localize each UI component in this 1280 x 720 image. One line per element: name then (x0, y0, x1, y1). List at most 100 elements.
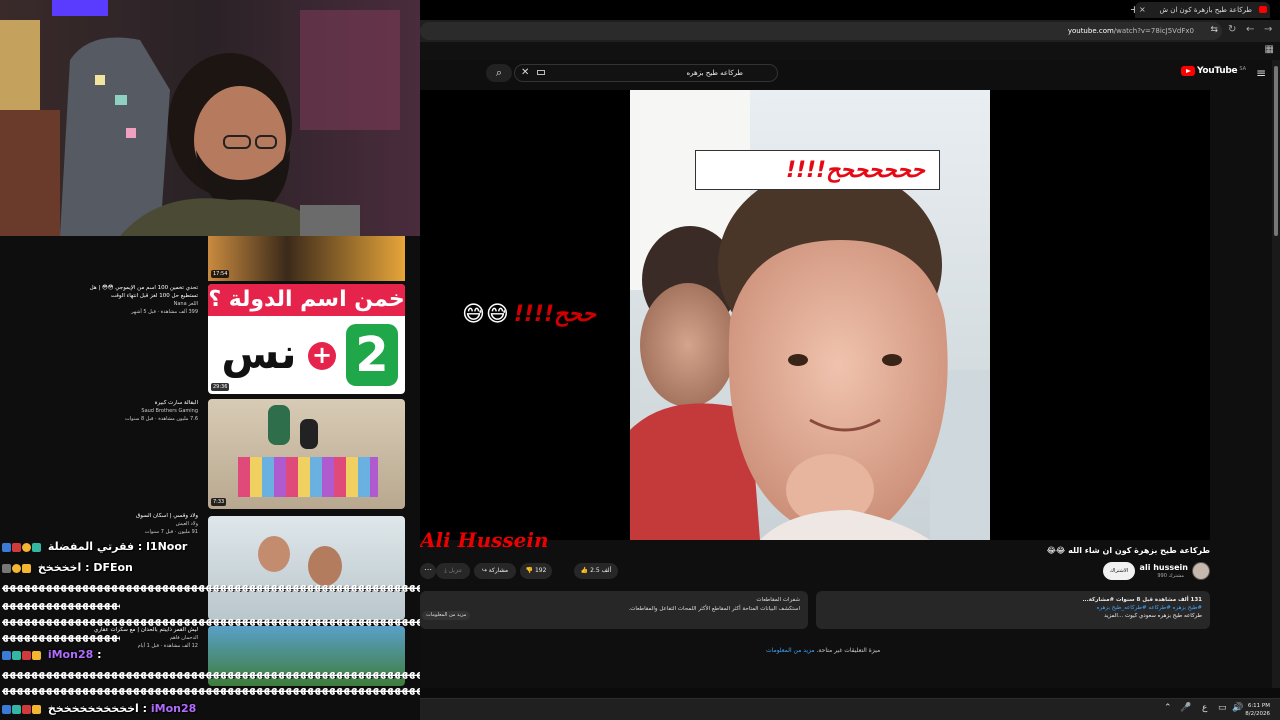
extensions-icon[interactable]: ▦ (1265, 44, 1274, 55)
back-icon[interactable]: ← (1246, 24, 1254, 35)
url-text: youtube.com/watch?v=78icJ5VdFx0 (1067, 27, 1194, 35)
search-query: طركاعه طيح بزهره (686, 69, 743, 77)
video-watermark: Ali Hussein (420, 528, 549, 552)
badge-icon (32, 542, 41, 552)
description-text: طركاعه طيح بزهره سعودي كيوت ...المزيد (1104, 613, 1202, 619)
badge-icon (12, 650, 21, 660)
chat-text: فقرتي المفضلة (47, 540, 135, 553)
rec-thumb-2[interactable]: خمن اسم الدولة ؟ 2 + نس 29:36 (208, 284, 405, 394)
clear-search-icon[interactable]: ✕ (521, 67, 529, 78)
rec-thumb-4[interactable] (208, 516, 405, 620)
share-button[interactable]: ↪ مشاركة (474, 563, 516, 579)
chat-message: iMon28 : (2, 648, 102, 661)
comments-disabled-note: ميزة التعليقات غير متاحة. مزيد من المعلو… (766, 647, 881, 654)
description-tags[interactable]: #طيح بزهره #طركاعه #طركاعه_طيح بزهره (824, 604, 1202, 612)
badge-icon (2, 563, 11, 573)
display-icon[interactable]: ▭ (1218, 703, 1227, 713)
chat-text: اخخخخخخخخخخخ (47, 702, 139, 715)
keyboard-icon[interactable] (537, 70, 545, 75)
comments-learn-more-link[interactable]: مزيد من المعلومات (766, 647, 815, 654)
rec-thumb-1[interactable]: 17:54 (208, 236, 405, 281)
chat-message: اخخخخخخخخخخخ : iMon28 (2, 702, 196, 715)
page-scrollbar[interactable] (1272, 60, 1280, 688)
thumb-guess-text: خمن اسم الدولة ؟ (208, 284, 405, 316)
rec-meta-4[interactable]: ولاد وقسي | اسكان السوق ولاد العيش 91 مل… (88, 512, 198, 536)
video-side-caption: ححح!!!! 😅😅 (461, 301, 596, 327)
thumb-person (300, 419, 318, 449)
badge-icon (12, 563, 21, 573)
chat-username: iMon28 (150, 702, 197, 715)
taskbar: ⌃ 🎤 ع ▭ 🔊 6:11 PM 8/2/2026 (420, 698, 1280, 720)
badge-icon (32, 704, 41, 714)
tab-title: طركاعة طيح بازهرة كون ان ش (1159, 6, 1252, 14)
system-clock[interactable]: 6:11 PM 8/2/2026 (1245, 702, 1270, 718)
thumb-person (268, 405, 290, 445)
channel-name[interactable]: ali hussein (1140, 563, 1188, 572)
info-panel-body: استكشف البيانات المتاحة أكثر المقاطع الأ… (628, 606, 800, 612)
badge-icon (22, 563, 31, 573)
video-description[interactable]: 131 ألف مشاهدة قبل 8 سنوات #مشاركة... #ط… (816, 591, 1210, 629)
like-button[interactable]: 👍 2.5 ألف (574, 563, 618, 579)
channel-avatar[interactable] (1192, 562, 1210, 580)
thumb-person (258, 536, 290, 572)
description-stats: 131 ألف مشاهدة قبل 8 سنوات #مشاركة... (1082, 597, 1202, 603)
video-title: طركاعة طيح بزهرة كون ان شاء الله 😂😂 (1046, 546, 1210, 555)
toolbar-strip: ▦ (420, 42, 1280, 60)
url-field[interactable]: youtube.com/watch?v=78icJ5VdFx0 ⇆ (420, 22, 1222, 40)
rec-meta-3[interactable]: البقالة سارت كبيرة Saud Brothers Gaming … (88, 399, 198, 423)
badge-icon (12, 542, 21, 552)
site-settings-icon[interactable]: ⇆ (1210, 25, 1218, 35)
rec-meta-2[interactable]: تحدي تخمين 100 اسم من الإيموجي 😳😳 | هل ت… (88, 284, 198, 316)
youtube-logo[interactable]: YouTube SA (1181, 66, 1246, 76)
badge-icon (2, 650, 11, 660)
youtube-masthead: ≡ YouTube SA ⌕ ✕ طركاعه طيح بزهره (420, 60, 1280, 86)
search-input[interactable]: ✕ طركاعه طيح بزهره (514, 64, 778, 82)
video-player[interactable]: ححححححح!!!! 😅😅😅 ححح!!!! 😅😅 Ali Hussein (420, 90, 1210, 552)
chat-badges (2, 542, 41, 552)
rec-duration: 17:54 (211, 270, 230, 278)
dislike-button[interactable]: 👎 192 (520, 563, 552, 579)
more-actions-button[interactable]: ⋯ (420, 563, 436, 579)
info-panel: شفرات المقاطعات استكشف البيانات المتاحة … (420, 591, 808, 629)
forward-icon[interactable]: → (1264, 24, 1272, 35)
thumb-plus: + (308, 342, 336, 370)
chat-text: اخخخخخ (37, 561, 82, 574)
laughing-emoji: 😅😅😅 (710, 157, 782, 183)
subscriber-count: 990 مشترك (1157, 573, 1184, 579)
badge-icon (12, 704, 21, 714)
chat-spam-line: ﻬﻬﻬﻬﻬﻬﻬﻬﻬﻬﻬﻬﻬﻬﻬﻬﻬﻬﻬﻬﻬﻬﻬﻬﻬﻬﻬﻬﻬﻬﻬﻬﻬﻬﻬﻬﻬﻬﻬﻬ… (2, 666, 420, 679)
chat-spam-line: ﻬﻬﻬﻬﻬﻬﻬﻬﻬﻬﻬﻬﻬﻬﻬﻬﻬﻬﻬﻬﻬﻬﻬﻬﻬﻬﻬﻬﻬﻬﻬﻬ (2, 629, 120, 642)
streamer-webcam (0, 0, 420, 236)
youtube-page: ≡ YouTube SA ⌕ ✕ طركاعه طيح بزهره حححححح… (420, 60, 1280, 688)
badge-icon (2, 542, 11, 552)
rec-thumb-3[interactable]: 7:33 (208, 399, 405, 509)
youtube-favicon-icon (1259, 6, 1267, 13)
scrollbar-thumb[interactable] (1274, 66, 1278, 236)
chat-spam-line: ﻬﻬﻬﻬﻬﻬﻬﻬﻬﻬﻬﻬﻬﻬﻬﻬﻬﻬﻬﻬﻬﻬﻬﻬﻬﻬﻬﻬﻬﻬﻬﻬﻬﻬﻬﻬﻬﻬﻬﻬ… (2, 613, 420, 626)
chat-message: اخخخخخ : DFEon (2, 561, 133, 574)
search-button[interactable]: ⌕ (486, 64, 512, 82)
download-button[interactable]: ⤓ تنزيل (436, 563, 470, 579)
keyboard-language[interactable]: ع (1202, 703, 1207, 713)
badge-icon (32, 650, 41, 660)
badge-icon (22, 542, 31, 552)
reload-icon[interactable]: ↻ (1228, 24, 1236, 35)
chat-spam-line: ﻬﻬﻬﻬﻬﻬﻬﻬﻬﻬﻬﻬﻬﻬﻬﻬﻬﻬﻬﻬﻬﻬﻬﻬﻬﻬﻬﻬﻬﻬﻬﻬ (2, 597, 120, 610)
tray-chevron-icon[interactable]: ⌃ (1164, 703, 1172, 713)
microphone-icon[interactable]: 🎤 (1180, 703, 1191, 713)
address-bar: youtube.com/watch?v=78icJ5VdFx0 ⇆ ↻ ← → (420, 20, 1280, 42)
thumb-two: 2 (346, 324, 398, 386)
subscribe-button[interactable]: الاشتراك (1103, 562, 1135, 580)
chat-badges (2, 563, 31, 573)
chat-spam-line: ﻬﻬﻬﻬﻬﻬﻬﻬﻬﻬﻬﻬﻬﻬﻬﻬﻬﻬﻬﻬﻬﻬﻬﻬﻬﻬﻬﻬﻬﻬﻬﻬﻬﻬﻬﻬﻬﻬﻬﻬ… (2, 579, 420, 592)
screen: + × طركاعة طيح بازهرة كون ان ش youtube.c… (0, 0, 1280, 720)
tab-bar: + × طركاعة طيح بازهرة كون ان ش (420, 0, 1280, 20)
menu-icon[interactable]: ≡ (1256, 66, 1266, 80)
volume-icon[interactable]: 🔊 (1232, 703, 1243, 713)
more-info-button[interactable]: مزيد من المعلومات (422, 611, 471, 620)
badge-icon (22, 704, 31, 714)
chat-badges (2, 650, 41, 660)
chat-badges (2, 704, 41, 714)
browser-tab[interactable]: × طركاعة طيح بازهرة كون ان ش (1135, 2, 1270, 18)
close-tab-icon[interactable]: × (1139, 5, 1146, 14)
